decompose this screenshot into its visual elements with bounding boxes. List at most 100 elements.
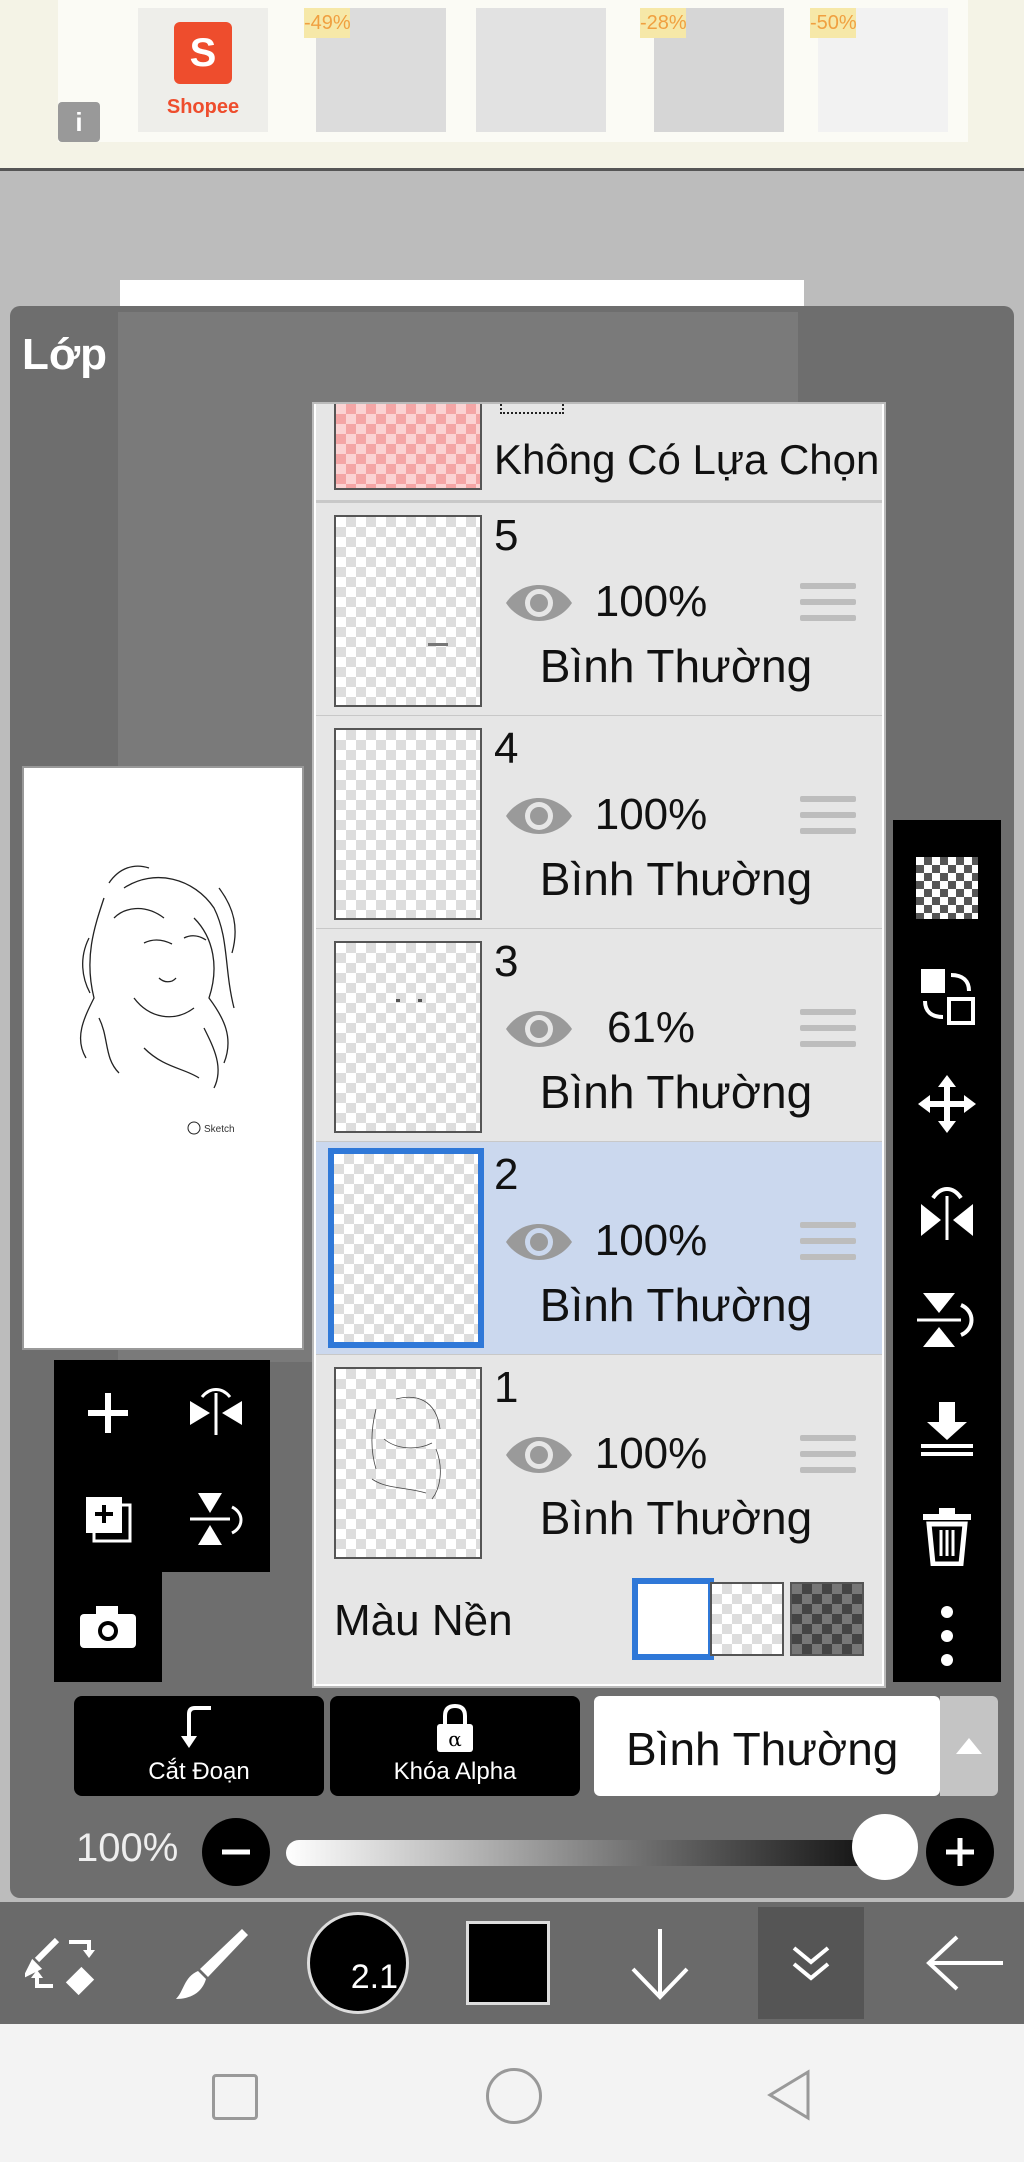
shopee-bag-icon: S xyxy=(174,22,232,84)
triangle-up-icon xyxy=(956,1738,982,1754)
merge-down-icon xyxy=(921,1402,973,1456)
color-button[interactable] xyxy=(458,1902,558,2024)
sketch-drawing: Sketch xyxy=(79,865,236,1135)
plus-icon xyxy=(88,1393,128,1433)
recent-apps-icon[interactable] xyxy=(212,2074,258,2120)
clipping-label: Cắt Đoạn xyxy=(148,1758,250,1785)
blend-mode-value: Bình Thường xyxy=(626,1723,899,1775)
svg-text:Sketch: Sketch xyxy=(204,1124,235,1135)
layer-opacity: 100% xyxy=(594,1216,708,1265)
layer-opacity: 61% xyxy=(606,1003,696,1052)
blend-mode-select[interactable]: Bình Thường xyxy=(594,1696,940,1796)
eye-icon[interactable] xyxy=(502,573,576,633)
layer-thumbnail xyxy=(328,1148,484,1348)
flip-horizontal-tool-button[interactable] xyxy=(893,1160,1001,1264)
layer-number: 1 xyxy=(494,1363,519,1412)
layer-thumbnail xyxy=(334,1367,482,1559)
eye-icon[interactable] xyxy=(502,786,576,846)
selection-thumbnail xyxy=(334,404,482,490)
lock-icon: α xyxy=(437,1703,473,1752)
duplicate-layer-button[interactable] xyxy=(54,1466,162,1572)
ad-product-2[interactable] xyxy=(476,8,606,132)
layer-blend-mode: Bình Thường xyxy=(539,853,813,905)
left-tool-group xyxy=(54,1360,270,1572)
more-options-button[interactable] xyxy=(893,1584,1001,1688)
background-label: Màu Nền xyxy=(334,1596,513,1645)
layer-row[interactable]: 1 100% Bình Thường xyxy=(316,1355,882,1570)
drag-handle-icon[interactable] xyxy=(800,583,856,629)
add-layer-button[interactable] xyxy=(54,1360,162,1466)
flip-horizontal-icon xyxy=(190,1388,242,1435)
layer-blend-mode: Bình Thường xyxy=(539,1279,813,1331)
flip-vertical-icon xyxy=(190,1493,243,1545)
opacity-slider-knob[interactable] xyxy=(852,1814,918,1880)
drag-handle-icon[interactable] xyxy=(800,1222,856,1268)
clipping-icon xyxy=(181,1706,211,1748)
camera-import-button[interactable] xyxy=(54,1574,162,1680)
swap-icon xyxy=(921,969,975,1025)
brush-tool-button[interactable] xyxy=(152,1902,272,2024)
layer-opacity: 100% xyxy=(594,1429,708,1478)
layer-row-selected[interactable]: 2 100% Bình Thường xyxy=(316,1142,882,1357)
background-white-swatch[interactable] xyxy=(632,1578,714,1660)
selection-layer-row[interactable]: Không Có Lựa Chọn xyxy=(316,404,882,503)
system-navigation-bar xyxy=(0,2024,1024,2162)
alpha-lock-button[interactable]: α Khóa Alpha xyxy=(330,1696,580,1796)
delete-layer-button[interactable] xyxy=(893,1484,1001,1588)
drag-handle-icon[interactable] xyxy=(800,796,856,842)
brush-size-circle: 2.1 xyxy=(307,1912,409,2014)
flip-vertical-tool-button[interactable] xyxy=(893,1268,1001,1372)
layer-number: 3 xyxy=(494,937,519,986)
transparency-button[interactable] xyxy=(893,836,1001,940)
home-icon[interactable] xyxy=(486,2068,542,2124)
flip-vertical-button[interactable] xyxy=(162,1466,270,1572)
drag-handle-icon[interactable] xyxy=(800,1009,856,1055)
move-button[interactable] xyxy=(893,1052,1001,1156)
scroll-down-button[interactable] xyxy=(608,1902,712,2024)
eye-icon[interactable] xyxy=(502,1212,576,1272)
background-dark-swatch[interactable] xyxy=(790,1582,864,1656)
duplicate-icon xyxy=(86,1497,132,1543)
layer-row[interactable]: 5 100% Bình Thường xyxy=(316,503,882,718)
flip-vertical-icon xyxy=(917,1293,974,1347)
opacity-slider-track[interactable] xyxy=(286,1840,916,1866)
canvas-thumbnail[interactable]: Sketch xyxy=(22,766,304,1350)
swap-layer-button[interactable] xyxy=(893,944,1001,1048)
eye-icon[interactable] xyxy=(502,1425,576,1485)
back-nav-icon[interactable] xyxy=(764,2068,814,2122)
trash-icon xyxy=(923,1508,971,1566)
ad-banner[interactable]: S Shopee -49% -28% -50% i xyxy=(0,0,1024,171)
move-icon xyxy=(918,1075,976,1133)
transform-tool-button[interactable] xyxy=(10,1902,120,2024)
layer-list[interactable]: Không Có Lựa Chọn 5 100% Bình Thường 4 1… xyxy=(312,402,886,1688)
ad-content[interactable]: S Shopee -49% -28% -50% xyxy=(58,0,968,142)
color-swatch xyxy=(466,1921,550,2005)
eye-icon[interactable] xyxy=(502,999,576,1059)
layer-thumbnail xyxy=(334,515,482,707)
background-transparent-swatch[interactable] xyxy=(710,1582,784,1656)
flip-horizontal-button[interactable] xyxy=(162,1360,270,1466)
blend-mode-dropdown-button[interactable] xyxy=(940,1696,998,1796)
layer-number: 5 xyxy=(494,511,519,560)
clipping-button[interactable]: Cắt Đoạn xyxy=(74,1696,324,1796)
brush-size-button[interactable]: 2.1 xyxy=(302,1902,414,2024)
opacity-decrease-button[interactable] xyxy=(202,1818,270,1886)
opacity-increase-button[interactable] xyxy=(926,1818,994,1886)
layer-row[interactable]: 3 61% Bình Thường xyxy=(316,929,882,1144)
transform-icon xyxy=(25,1937,95,1996)
layer-opacity: 100% xyxy=(594,790,708,839)
left-tool-group-2 xyxy=(54,1572,162,1682)
shopee-logo-card[interactable]: S Shopee xyxy=(138,8,268,132)
layers-menu-button[interactable] xyxy=(758,1907,864,2019)
layer-opacity: 100% xyxy=(594,577,708,626)
minus-icon xyxy=(222,1849,250,1855)
layer-thumbnail xyxy=(334,941,482,1133)
chevron-double-down-icon xyxy=(792,1946,830,1981)
drag-handle-icon[interactable] xyxy=(800,1435,856,1481)
merge-down-button[interactable] xyxy=(893,1376,1001,1480)
back-button[interactable] xyxy=(910,1902,1020,2024)
brush-icon xyxy=(176,1929,248,1999)
info-icon[interactable]: i xyxy=(58,102,100,142)
layer-row[interactable]: 4 100% Bình Thường xyxy=(316,716,882,931)
checker-icon xyxy=(916,857,978,919)
